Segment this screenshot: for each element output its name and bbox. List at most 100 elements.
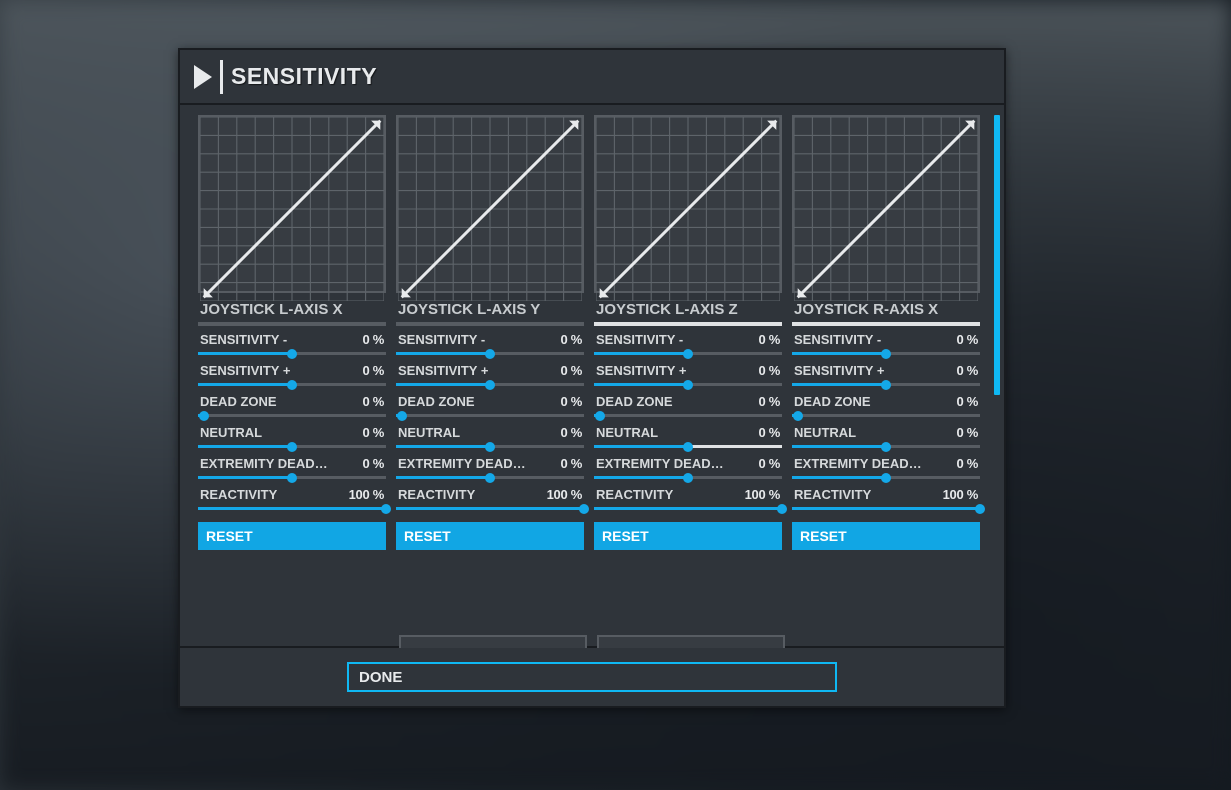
slider-label: REACTIVITY bbox=[398, 487, 475, 502]
slider-track[interactable] bbox=[396, 504, 584, 514]
slider-track[interactable] bbox=[396, 411, 584, 421]
slider-label: DEAD ZONE bbox=[398, 394, 475, 409]
slider-neutral[interactable]: NEUTRAL0 % bbox=[198, 425, 386, 452]
reset-button[interactable]: RESET bbox=[198, 522, 386, 550]
slider-thumb[interactable] bbox=[287, 473, 297, 483]
slider-track[interactable] bbox=[792, 380, 980, 390]
slider-neutral[interactable]: NEUTRAL0 % bbox=[396, 425, 584, 452]
slider-thumb[interactable] bbox=[485, 349, 495, 359]
slider-reactivity[interactable]: REACTIVITY100 % bbox=[396, 487, 584, 514]
slider-track[interactable] bbox=[396, 442, 584, 452]
slider-thumb[interactable] bbox=[881, 442, 891, 452]
slider-thumb[interactable] bbox=[397, 411, 407, 421]
axis-panel: JOYSTICK R-AXIS XSENSITIVITY -0 % SENSIT… bbox=[792, 115, 980, 646]
slider-track[interactable] bbox=[594, 473, 782, 483]
slider-thumb[interactable] bbox=[485, 380, 495, 390]
slider-value: 0 % bbox=[560, 456, 582, 471]
slider-thumb[interactable] bbox=[595, 411, 605, 421]
slider-label: REACTIVITY bbox=[596, 487, 673, 502]
slider-label: DEAD ZONE bbox=[794, 394, 871, 409]
slider-track[interactable] bbox=[594, 349, 782, 359]
sensitivity-window: SENSITIVITY JOYSTICK L-AXIS XSENSITIVITY… bbox=[178, 48, 1006, 708]
slider-sens-minus[interactable]: SENSITIVITY -0 % bbox=[198, 332, 386, 359]
slider-dead-zone[interactable]: DEAD ZONE0 % bbox=[594, 394, 782, 421]
slider-ext-dead[interactable]: EXTREMITY DEAD…0 % bbox=[396, 456, 584, 483]
slider-value: 0 % bbox=[956, 332, 978, 347]
slider-label: EXTREMITY DEAD… bbox=[200, 456, 328, 471]
slider-track[interactable] bbox=[792, 504, 980, 514]
slider-thumb[interactable] bbox=[777, 504, 787, 514]
slider-track[interactable] bbox=[792, 349, 980, 359]
vertical-scrollbar[interactable] bbox=[994, 115, 1000, 395]
reset-button[interactable]: RESET bbox=[594, 522, 782, 550]
slider-thumb[interactable] bbox=[793, 411, 803, 421]
reset-button[interactable]: RESET bbox=[396, 522, 584, 550]
slider-track[interactable] bbox=[198, 349, 386, 359]
slider-thumb[interactable] bbox=[287, 442, 297, 452]
slider-neutral[interactable]: NEUTRAL0 % bbox=[594, 425, 782, 452]
slider-reactivity[interactable]: REACTIVITY100 % bbox=[198, 487, 386, 514]
slider-thumb[interactable] bbox=[683, 473, 693, 483]
slider-label: NEUTRAL bbox=[200, 425, 262, 440]
slider-value: 0 % bbox=[956, 363, 978, 378]
slider-ext-dead[interactable]: EXTREMITY DEAD…0 % bbox=[594, 456, 782, 483]
slider-sens-minus[interactable]: SENSITIVITY -0 % bbox=[396, 332, 584, 359]
slider-sens-minus[interactable]: SENSITIVITY - 0 % bbox=[792, 332, 980, 359]
slider-thumb[interactable] bbox=[287, 380, 297, 390]
slider-track[interactable] bbox=[396, 380, 584, 390]
slider-thumb[interactable] bbox=[579, 504, 589, 514]
slider-label: NEUTRAL bbox=[398, 425, 460, 440]
slider-value: 0 % bbox=[362, 394, 384, 409]
slider-track[interactable] bbox=[198, 504, 386, 514]
slider-track[interactable] bbox=[594, 380, 782, 390]
slider-sens-plus[interactable]: SENSITIVITY + 0 % bbox=[792, 363, 980, 390]
slider-sens-plus[interactable]: SENSITIVITY +0 % bbox=[198, 363, 386, 390]
slider-thumb[interactable] bbox=[881, 349, 891, 359]
window-body: JOYSTICK L-AXIS XSENSITIVITY -0 % SENSIT… bbox=[180, 105, 1004, 646]
slider-sens-minus[interactable]: SENSITIVITY -0 % bbox=[594, 332, 782, 359]
axis-panel: JOYSTICK L-AXIS XSENSITIVITY -0 % SENSIT… bbox=[198, 115, 386, 646]
slider-label: DEAD ZONE bbox=[200, 394, 277, 409]
slider-track[interactable] bbox=[198, 473, 386, 483]
slider-track[interactable] bbox=[198, 380, 386, 390]
slider-reactivity[interactable]: REACTIVITY100 % bbox=[594, 487, 782, 514]
slider-track[interactable] bbox=[594, 442, 782, 452]
slider-label: SENSITIVITY - bbox=[794, 332, 881, 347]
slider-label: NEUTRAL bbox=[794, 425, 856, 440]
slider-track[interactable] bbox=[594, 411, 782, 421]
slider-thumb[interactable] bbox=[287, 349, 297, 359]
slider-value: 0 % bbox=[758, 363, 780, 378]
slider-dead-zone[interactable]: DEAD ZONE 0 % bbox=[198, 394, 386, 421]
slider-track[interactable] bbox=[792, 411, 980, 421]
slider-thumb[interactable] bbox=[485, 473, 495, 483]
reset-button[interactable]: RESET bbox=[792, 522, 980, 550]
done-button[interactable]: DONE bbox=[347, 662, 837, 692]
slider-track[interactable] bbox=[396, 349, 584, 359]
slider-thumb[interactable] bbox=[975, 504, 985, 514]
slider-reactivity[interactable]: REACTIVITY100 % bbox=[792, 487, 980, 514]
slider-ext-dead[interactable]: EXTREMITY DEAD…0 % bbox=[198, 456, 386, 483]
slider-dead-zone[interactable]: DEAD ZONE0 % bbox=[792, 394, 980, 421]
slider-track[interactable] bbox=[198, 411, 386, 421]
slider-sens-plus[interactable]: SENSITIVITY +0 % bbox=[594, 363, 782, 390]
slider-track[interactable] bbox=[198, 442, 386, 452]
slider-ext-dead[interactable]: EXTREMITY DEAD…0 % bbox=[792, 456, 980, 483]
title-underline bbox=[396, 322, 584, 326]
slider-sens-plus[interactable]: SENSITIVITY +0 % bbox=[396, 363, 584, 390]
slider-thumb[interactable] bbox=[881, 473, 891, 483]
slider-track[interactable] bbox=[396, 473, 584, 483]
slider-thumb[interactable] bbox=[199, 411, 209, 421]
slider-label: SENSITIVITY + bbox=[794, 363, 884, 378]
slider-neutral[interactable]: NEUTRAL0 % bbox=[792, 425, 980, 452]
slider-track[interactable] bbox=[792, 442, 980, 452]
slider-thumb[interactable] bbox=[683, 380, 693, 390]
slider-thumb[interactable] bbox=[683, 442, 693, 452]
slider-track[interactable] bbox=[792, 473, 980, 483]
slider-thumb[interactable] bbox=[683, 349, 693, 359]
slider-label: SENSITIVITY + bbox=[200, 363, 290, 378]
slider-track[interactable] bbox=[594, 504, 782, 514]
slider-thumb[interactable] bbox=[381, 504, 391, 514]
slider-thumb[interactable] bbox=[485, 442, 495, 452]
slider-thumb[interactable] bbox=[881, 380, 891, 390]
slider-dead-zone[interactable]: DEAD ZONE0 % bbox=[396, 394, 584, 421]
